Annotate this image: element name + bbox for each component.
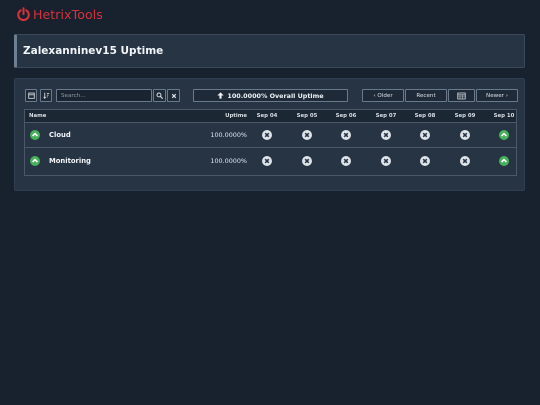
no-data-icon bbox=[405, 149, 445, 173]
status-up-icon bbox=[484, 149, 524, 173]
header-uptime: Uptime bbox=[225, 113, 247, 119]
calendar-pick-icon bbox=[457, 92, 466, 99]
calendar-icon bbox=[27, 92, 35, 99]
no-data-icon bbox=[247, 149, 287, 173]
header-name: Name bbox=[29, 113, 47, 119]
brand-name: HetrixTools bbox=[33, 6, 103, 22]
no-data-icon bbox=[247, 123, 287, 147]
no-data-icon bbox=[445, 123, 485, 147]
status-up-icon bbox=[484, 123, 524, 147]
monitor-uptime: 100.0000% bbox=[210, 131, 247, 139]
no-data-icon bbox=[405, 123, 445, 147]
search-input[interactable] bbox=[56, 89, 152, 102]
clear-search-button[interactable] bbox=[167, 89, 180, 102]
header-day: Sep 05 bbox=[296, 113, 318, 119]
arrow-up-icon bbox=[217, 92, 225, 99]
no-data-icon bbox=[366, 123, 406, 147]
page-header: Zalexanninev15 Uptime bbox=[14, 34, 525, 68]
uptime-card: 100.0000% Overall Uptime ‹ Older Recent … bbox=[14, 78, 525, 191]
table-row[interactable]: Monitoring 100.0000% bbox=[25, 149, 516, 174]
no-data-icon bbox=[326, 123, 366, 147]
sort-icon bbox=[42, 92, 49, 99]
brand-logo[interactable]: HetrixTools bbox=[16, 6, 103, 22]
page-title: Zalexanninev15 Uptime bbox=[23, 45, 164, 57]
toolbar: 100.0000% Overall Uptime ‹ Older Recent … bbox=[25, 89, 518, 102]
close-icon bbox=[171, 93, 176, 98]
no-data-icon bbox=[326, 149, 366, 173]
sort-button[interactable] bbox=[40, 89, 52, 102]
calendar-button[interactable] bbox=[25, 89, 37, 102]
header-day: Sep 04 bbox=[256, 113, 278, 119]
power-icon bbox=[17, 6, 30, 21]
no-data-icon bbox=[366, 149, 406, 173]
search-button[interactable] bbox=[153, 89, 166, 102]
header-day: Sep 07 bbox=[375, 113, 397, 119]
uptime-table: Name Uptime Sep 04 Sep 05 Sep 06 Sep 07 … bbox=[24, 109, 517, 176]
monitor-name[interactable]: Cloud bbox=[49, 123, 71, 147]
older-button[interactable]: ‹ Older bbox=[362, 89, 404, 102]
no-data-icon bbox=[287, 123, 327, 147]
search-icon bbox=[156, 92, 163, 99]
recent-button[interactable]: Recent bbox=[405, 89, 447, 102]
overall-uptime: 100.0000% Overall Uptime bbox=[193, 89, 348, 102]
no-data-icon bbox=[287, 149, 327, 173]
table-row[interactable]: Cloud 100.0000% bbox=[25, 123, 516, 148]
monitor-uptime: 100.0000% bbox=[210, 157, 247, 165]
newer-button[interactable]: Newer › bbox=[476, 89, 518, 102]
calendar-picker-button[interactable] bbox=[448, 89, 475, 102]
header-day: Sep 10 bbox=[493, 113, 515, 119]
table-header: Name Uptime Sep 04 Sep 05 Sep 06 Sep 07 … bbox=[25, 110, 516, 123]
status-up-icon bbox=[27, 123, 43, 147]
no-data-icon bbox=[445, 149, 485, 173]
overall-uptime-text: 100.0000% Overall Uptime bbox=[227, 91, 324, 100]
header-day: Sep 09 bbox=[454, 113, 476, 119]
header-day: Sep 06 bbox=[335, 113, 357, 119]
status-up-icon bbox=[27, 149, 43, 173]
header-day: Sep 08 bbox=[414, 113, 436, 119]
monitor-name[interactable]: Monitoring bbox=[49, 149, 91, 173]
